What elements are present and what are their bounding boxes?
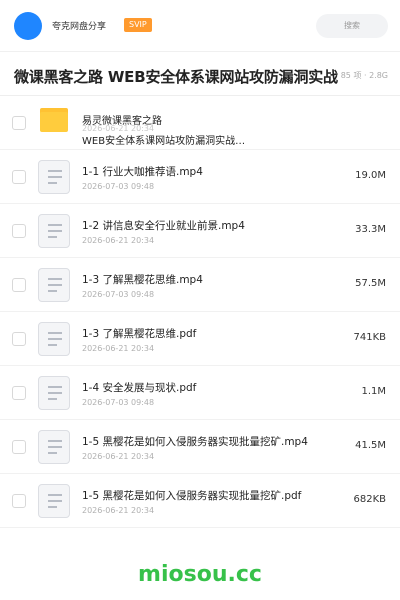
list-item[interactable]: 1-5 黑樱花是如何入侵服务器实现批量挖矿.mp4 2026-06-21 20:3… (0, 420, 400, 474)
document-icon (38, 322, 70, 356)
brand-label: 夸克网盘分享 (52, 22, 107, 32)
document-icon (38, 214, 70, 248)
file-name: 1-1 行业大咖推荐语.mp4 (82, 166, 203, 178)
file-size: 19.0M (355, 170, 386, 181)
file-size: 33.3M (355, 224, 386, 235)
file-name: 1-5 黑樱花是如何入侵服务器实现批量挖矿.mp4 (82, 436, 308, 448)
document-icon (38, 484, 70, 518)
folder-icon (40, 108, 68, 132)
list-item[interactable]: 1-5 黑樱花是如何入侵服务器实现批量挖矿.pdf 2026-06-21 20:3… (0, 474, 400, 528)
file-date: 2026-06-21 20:34 (82, 236, 155, 245)
list-item[interactable]: 1-4 安全发展与现状.pdf 2026-07-03 09:48 1.1M (0, 366, 400, 420)
file-date: 2026-06-21 20:34 (82, 344, 155, 353)
document-icon (38, 160, 70, 194)
list-item[interactable]: 1-1 行业大咖推荐语.mp4 2026-07-03 09:48 19.0M (0, 150, 400, 204)
file-name: 1-4 安全发展与现状.pdf (82, 382, 197, 394)
row-checkbox[interactable] (12, 332, 26, 346)
share-title-row: 微课黑客之路 WEB安全体系课网站攻防漏洞实战 85 项 · 2.8G (0, 52, 400, 96)
file-name: 1-5 黑樱花是如何入侵服务器实现批量挖矿.pdf (82, 490, 302, 502)
file-size: 1.1M (361, 386, 386, 397)
file-date: 2026-06-21 20:34 (82, 506, 155, 515)
file-size: 57.5M (355, 278, 386, 289)
folder-name-line2: WEB安全体系课网站攻防漏洞实战… (82, 136, 246, 147)
file-size: 41.5M (355, 440, 386, 451)
file-date: 2026-06-21 20:34 (82, 452, 155, 461)
row-checkbox[interactable] (12, 116, 26, 130)
row-checkbox[interactable] (12, 440, 26, 454)
list-item[interactable]: 1-2 讲信息安全行业就业前景.mp4 2026-06-21 20:34 33.3M (0, 204, 400, 258)
document-icon (38, 430, 70, 464)
file-date: 2026-07-03 09:48 (82, 398, 155, 407)
file-size: 741KB (353, 332, 386, 343)
row-checkbox[interactable] (12, 170, 26, 184)
file-name: 1-3 了解黑樱花思维.mp4 (82, 274, 203, 286)
file-date: 2026-07-03 09:48 (82, 182, 155, 191)
row-checkbox[interactable] (12, 386, 26, 400)
document-icon (38, 376, 70, 410)
file-name: 1-2 讲信息安全行业就业前景.mp4 (82, 220, 245, 232)
header-bar: 夸克网盘分享 SVIP 搜索 (0, 0, 400, 52)
list-item[interactable]: 1-3 了解黑樱花思维.mp4 2026-07-03 09:48 57.5M (0, 258, 400, 312)
page-title: 微课黑客之路 WEB安全体系课网站攻防漏洞实战 (14, 68, 338, 86)
document-icon (38, 268, 70, 302)
row-checkbox[interactable] (12, 224, 26, 238)
row-checkbox[interactable] (12, 494, 26, 508)
list-item[interactable]: 1-3 了解黑樱花思维.pdf 2026-06-21 20:34 741KB (0, 312, 400, 366)
file-name: 1-3 了解黑樱花思维.pdf (82, 328, 197, 340)
search-input[interactable]: 搜索 (316, 14, 388, 38)
share-meta: 85 项 · 2.8G (337, 70, 388, 81)
row-checkbox[interactable] (12, 278, 26, 292)
file-date: 2026-07-03 09:48 (82, 290, 155, 299)
file-size: 682KB (353, 494, 386, 505)
svip-badge: SVIP (124, 18, 152, 32)
watermark: miosou.cc (138, 562, 262, 587)
avatar[interactable] (14, 12, 42, 40)
